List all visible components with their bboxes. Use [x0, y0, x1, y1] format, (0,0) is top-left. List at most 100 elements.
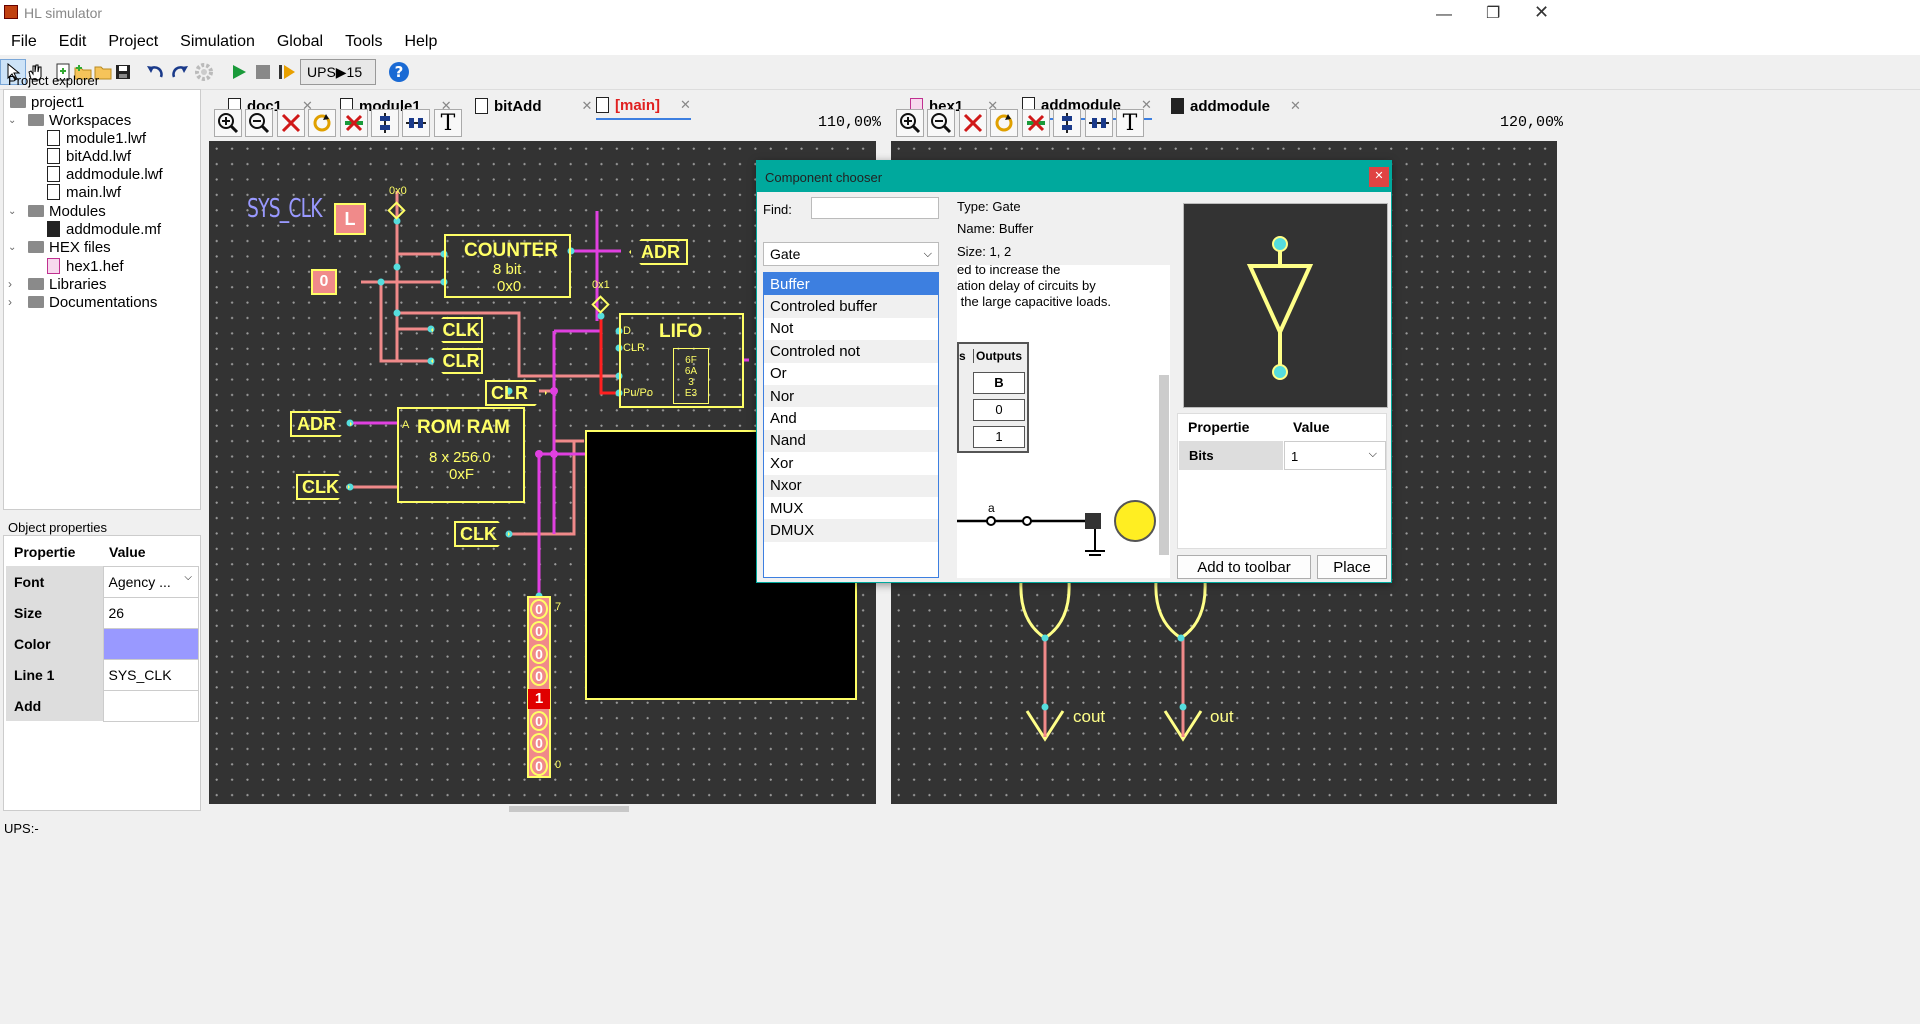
save-icon[interactable]	[110, 59, 136, 85]
list-item-dmux[interactable]: DMUX	[764, 519, 938, 542]
folder-icon	[28, 241, 44, 253]
menu-tools[interactable]: Tools	[334, 33, 393, 51]
adr-input-tag[interactable]: ADR	[290, 411, 352, 437]
bit-display[interactable]: 0 0 0 0 1 0 0 0	[527, 596, 551, 778]
place-button[interactable]: Place	[1317, 555, 1387, 579]
dialog-close-icon[interactable]: ✕	[1369, 167, 1389, 187]
menu-file[interactable]: File	[0, 33, 48, 51]
list-item-nor[interactable]: Nor	[764, 384, 938, 408]
undo-icon[interactable]	[142, 59, 168, 85]
menu-help[interactable]: Help	[393, 33, 448, 51]
prop-line1: Line 1	[6, 659, 103, 690]
ups-label: UPS▶15	[307, 63, 363, 80]
zoom-out-icon[interactable]	[245, 109, 273, 137]
add-input[interactable]	[102, 689, 199, 722]
list-item-mux[interactable]: MUX	[764, 497, 938, 519]
horizontal-align-icon[interactable]	[402, 109, 430, 137]
truth-value: 0	[973, 399, 1025, 421]
color-swatch[interactable]	[102, 627, 199, 660]
clr-output-tag[interactable]: CLR	[485, 380, 547, 406]
list-item-not[interactable]: Not	[764, 318, 938, 340]
chevron-right-icon[interactable]: ›	[8, 295, 28, 309]
tab-main[interactable]: [main] ✕	[596, 92, 691, 120]
maximize-icon[interactable]: ❐	[1486, 3, 1500, 23]
constant-zero[interactable]: 0	[311, 269, 337, 295]
step-icon[interactable]	[274, 59, 300, 85]
zoom-in-icon[interactable]	[896, 109, 924, 137]
bits-select[interactable]: 1 ⌵	[1284, 441, 1386, 470]
find-input[interactable]	[811, 197, 939, 219]
clk-output-tag-3[interactable]: CLK	[454, 521, 510, 547]
list-item-controled-not[interactable]: Controled not	[764, 340, 938, 363]
folder-icon	[10, 96, 26, 108]
redo-icon[interactable]	[167, 59, 193, 85]
right-vertical-scrollbar[interactable]	[1557, 141, 1567, 804]
delete-icon[interactable]	[959, 109, 987, 137]
component-chooser-dialog: Component chooser ✕ Find: Gate ⌵ Buffer …	[756, 160, 1392, 583]
list-item-nxor[interactable]: Nxor	[764, 474, 938, 497]
list-item-controled-buffer[interactable]: Controled buffer	[764, 295, 938, 318]
sys-clk-label[interactable]: SYS_CLK	[247, 194, 323, 224]
help-icon[interactable]: ?	[386, 59, 412, 85]
menu-global[interactable]: Global	[266, 33, 334, 51]
vertical-align-icon[interactable]	[1053, 109, 1081, 137]
chevron-right-icon[interactable]: ›	[8, 277, 28, 291]
run-play-icon[interactable]	[226, 59, 252, 85]
remove-wire-icon[interactable]	[1022, 109, 1050, 137]
left-horizontal-scrollbar[interactable]	[209, 804, 876, 814]
text-tool-icon[interactable]: T	[434, 109, 462, 137]
list-item-xor[interactable]: Xor	[764, 452, 938, 474]
menu-project[interactable]: Project	[97, 33, 169, 51]
prop-add: Add	[6, 690, 103, 721]
category-select[interactable]: Gate ⌵	[763, 242, 939, 266]
rotate-icon[interactable]	[990, 109, 1018, 137]
stop-icon[interactable]	[250, 59, 276, 85]
bit-index-high: 7	[555, 601, 562, 613]
stack-entry: 6A	[684, 366, 698, 377]
close-tab-icon[interactable]: ✕	[581, 98, 592, 114]
adr-output-tag[interactable]: ADR	[629, 239, 688, 265]
tab-bitadd[interactable]: bitAdd ✕	[475, 92, 592, 120]
zoom-in-icon[interactable]	[214, 109, 242, 137]
rotate-icon[interactable]	[308, 109, 336, 137]
list-item-nand[interactable]: Nand	[764, 429, 938, 453]
buffer-symbol-icon	[1246, 236, 1314, 380]
lifo-component[interactable]: LIFO D CLR Pu/Po 6F 6A 3 E3	[619, 313, 744, 408]
tab-addmodule-mf[interactable]: addmodule ✕	[1171, 92, 1301, 120]
settings-gear-icon[interactable]	[191, 59, 217, 85]
list-item-and[interactable]: And	[764, 407, 938, 429]
vertical-align-icon[interactable]	[371, 109, 399, 137]
pp-bits-label: Bits	[1179, 441, 1283, 470]
minimize-icon[interactable]: —	[1436, 6, 1452, 24]
description-scrollbar[interactable]	[1159, 375, 1169, 555]
close-tab-icon[interactable]: ✕	[1290, 98, 1301, 114]
remove-wire-icon[interactable]	[340, 109, 368, 137]
line1-input[interactable]: SYS_CLK	[102, 658, 199, 691]
add-to-toolbar-button[interactable]: Add to toolbar	[1177, 555, 1311, 579]
clock-source[interactable]: L	[334, 203, 366, 235]
tree-documentations[interactable]: › Documentations	[8, 291, 157, 313]
close-tab-icon[interactable]: ✕	[680, 97, 691, 113]
close-window-icon[interactable]: ✕	[1534, 2, 1549, 23]
counter-component[interactable]: COUNTER 8 bit 0x0	[444, 234, 571, 298]
text-tool-icon[interactable]: T	[1116, 109, 1144, 137]
chevron-down-icon[interactable]: ⌄	[8, 206, 28, 217]
truth-value: 1	[973, 426, 1025, 448]
list-item-or[interactable]: Or	[764, 363, 938, 385]
size-input[interactable]: 26	[102, 596, 199, 629]
chevron-down-icon[interactable]: ⌄	[8, 115, 28, 126]
component-list[interactable]: Buffer Controled buffer Not Controled no…	[763, 272, 939, 578]
folder-icon	[28, 278, 44, 290]
horizontal-align-icon[interactable]	[1085, 109, 1113, 137]
rom-ram-component[interactable]: A ROM RAM 8 x 256.0 0xF	[397, 407, 525, 503]
zoom-out-icon[interactable]	[927, 109, 955, 137]
menu-simulation[interactable]: Simulation	[169, 33, 266, 51]
status-bar: UPS:-	[0, 818, 1920, 842]
description-line: ation delay of circuits by	[957, 278, 1096, 293]
chevron-down-icon[interactable]: ⌄	[8, 242, 28, 253]
menu-edit[interactable]: Edit	[48, 33, 98, 51]
ups-button[interactable]: UPS▶15	[300, 59, 376, 85]
delete-icon[interactable]	[277, 109, 305, 137]
list-item-buffer[interactable]: Buffer	[764, 273, 938, 296]
font-select[interactable]: Agency ... ⌵	[102, 565, 199, 598]
